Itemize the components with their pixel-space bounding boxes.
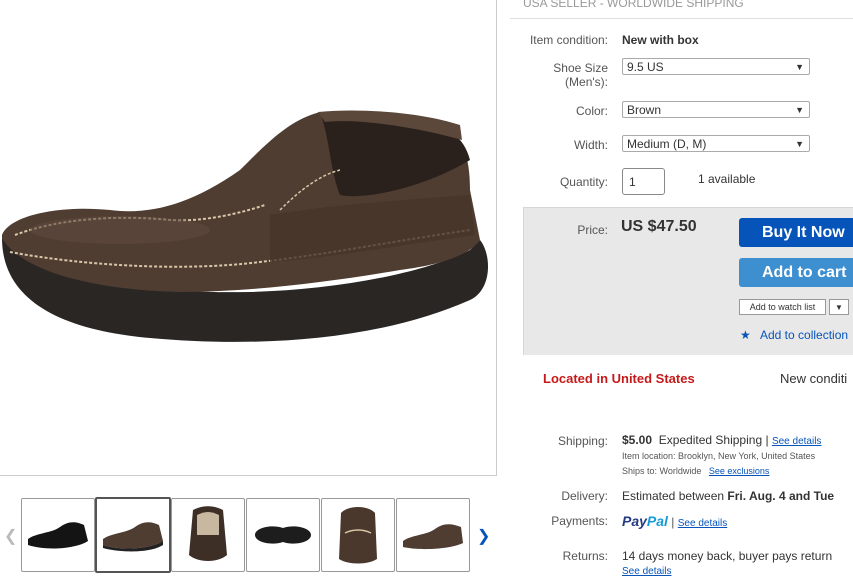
thumbnail-image-side (403, 524, 463, 550)
thumbnail-5[interactable] (321, 498, 395, 572)
available-count: 1 available (698, 172, 756, 186)
add-to-cart-button[interactable]: Add to cart (739, 258, 853, 287)
width-label: Width: (573, 138, 608, 152)
price-label: Price: (577, 223, 608, 237)
returns-see-details-link[interactable]: See details (622, 566, 671, 577)
width-select[interactable]: Medium (D, M) ▼ (622, 135, 810, 152)
quantity-input[interactable]: 1 (622, 168, 665, 195)
ships-to: Ships to: Worldwide (622, 466, 702, 476)
size-label: Shoe Size (Men's): (553, 61, 608, 89)
thumbnail-image-brown-shoe (103, 522, 163, 552)
dropdown-arrow-icon: ▼ (795, 62, 804, 72)
thumbnail-6[interactable] (396, 498, 470, 572)
divider (510, 18, 853, 19)
color-select[interactable]: Brown ▼ (622, 101, 810, 118)
watch-list-dropdown-button[interactable]: ▼ (829, 299, 849, 315)
chevron-down-icon: ▼ (835, 303, 843, 312)
see-exclusions-link[interactable]: See exclusions (709, 466, 770, 476)
delivery-estimate: Estimated between Fri. Aug. 4 and Tue (622, 489, 834, 503)
ships-to-line: Ships to: Worldwide See exclusions (622, 466, 769, 476)
chevron-left-icon[interactable]: ❮ (4, 526, 17, 546)
thumbnail-1[interactable] (21, 498, 95, 572)
thumbnail-image-front (339, 507, 377, 564)
payments-label: Payments: (551, 514, 608, 528)
shipping-line: $5.00 Expedited Shipping | See details (622, 433, 821, 447)
price-value: US $47.50 (621, 218, 697, 235)
paypal-logo: PayPal (622, 513, 668, 529)
width-select-value: Medium (D, M) (627, 137, 707, 151)
thumbnail-2-selected[interactable] (95, 497, 171, 573)
new-condition-text: New conditi (780, 371, 848, 386)
thumbnail-image-sole (255, 526, 311, 544)
returns-policy: 14 days money back, buyer pays return (622, 549, 833, 563)
quantity-label: Quantity: (559, 175, 608, 189)
add-to-collection-link[interactable]: Add to collection (760, 328, 848, 342)
color-select-value: Brown (627, 103, 662, 117)
main-product-image-panel[interactable] (0, 0, 497, 476)
dropdown-arrow-icon: ▼ (795, 105, 804, 115)
payments-see-details-link[interactable]: See details (678, 518, 727, 529)
thumbnail-image-black-shoe (28, 522, 88, 549)
buy-it-now-button[interactable]: Buy It Now (739, 218, 853, 247)
located-in-text: Located in United States (543, 371, 695, 386)
payments-line: PayPal | See details (622, 513, 727, 529)
item-location: Item location: Brooklyn, New York, Unite… (622, 451, 816, 461)
delivery-prefix: Estimated between (622, 489, 728, 503)
shipping-label: Shipping: (557, 434, 608, 448)
dropdown-arrow-icon: ▼ (795, 139, 804, 149)
shipping-see-details-link[interactable]: See details (772, 436, 821, 447)
size-select[interactable]: 9.5 US ▼ (622, 58, 810, 75)
separator: | (765, 433, 769, 447)
thumbnail-4[interactable] (246, 498, 320, 572)
size-select-value: 9.5 US (627, 60, 664, 74)
chevron-right-icon[interactable]: ❯ (477, 526, 490, 546)
thumbnail-strip: ❮ ❯ (0, 496, 500, 576)
thumbnail-image-heel (189, 506, 227, 561)
main-shoe-image (2, 110, 489, 342)
delivery-label: Delivery: (561, 489, 608, 503)
seller-banner: USA SELLER - WORLDWIDE SHIPPING (523, 0, 744, 10)
color-label: Color: (575, 104, 608, 118)
star-icon: ★ (740, 328, 751, 342)
condition-label: Item condition: (529, 33, 608, 47)
thumbnail-3[interactable] (171, 498, 245, 572)
returns-label: Returns: (562, 549, 608, 563)
shipping-cost: $5.00 (622, 433, 653, 447)
shipping-method: Expedited Shipping (658, 433, 763, 447)
condition-value: New with box (622, 33, 699, 47)
separator: | (671, 515, 675, 529)
delivery-dates: Fri. Aug. 4 and Tue (727, 489, 835, 503)
add-to-watch-list-button[interactable]: Add to watch list (739, 299, 826, 315)
